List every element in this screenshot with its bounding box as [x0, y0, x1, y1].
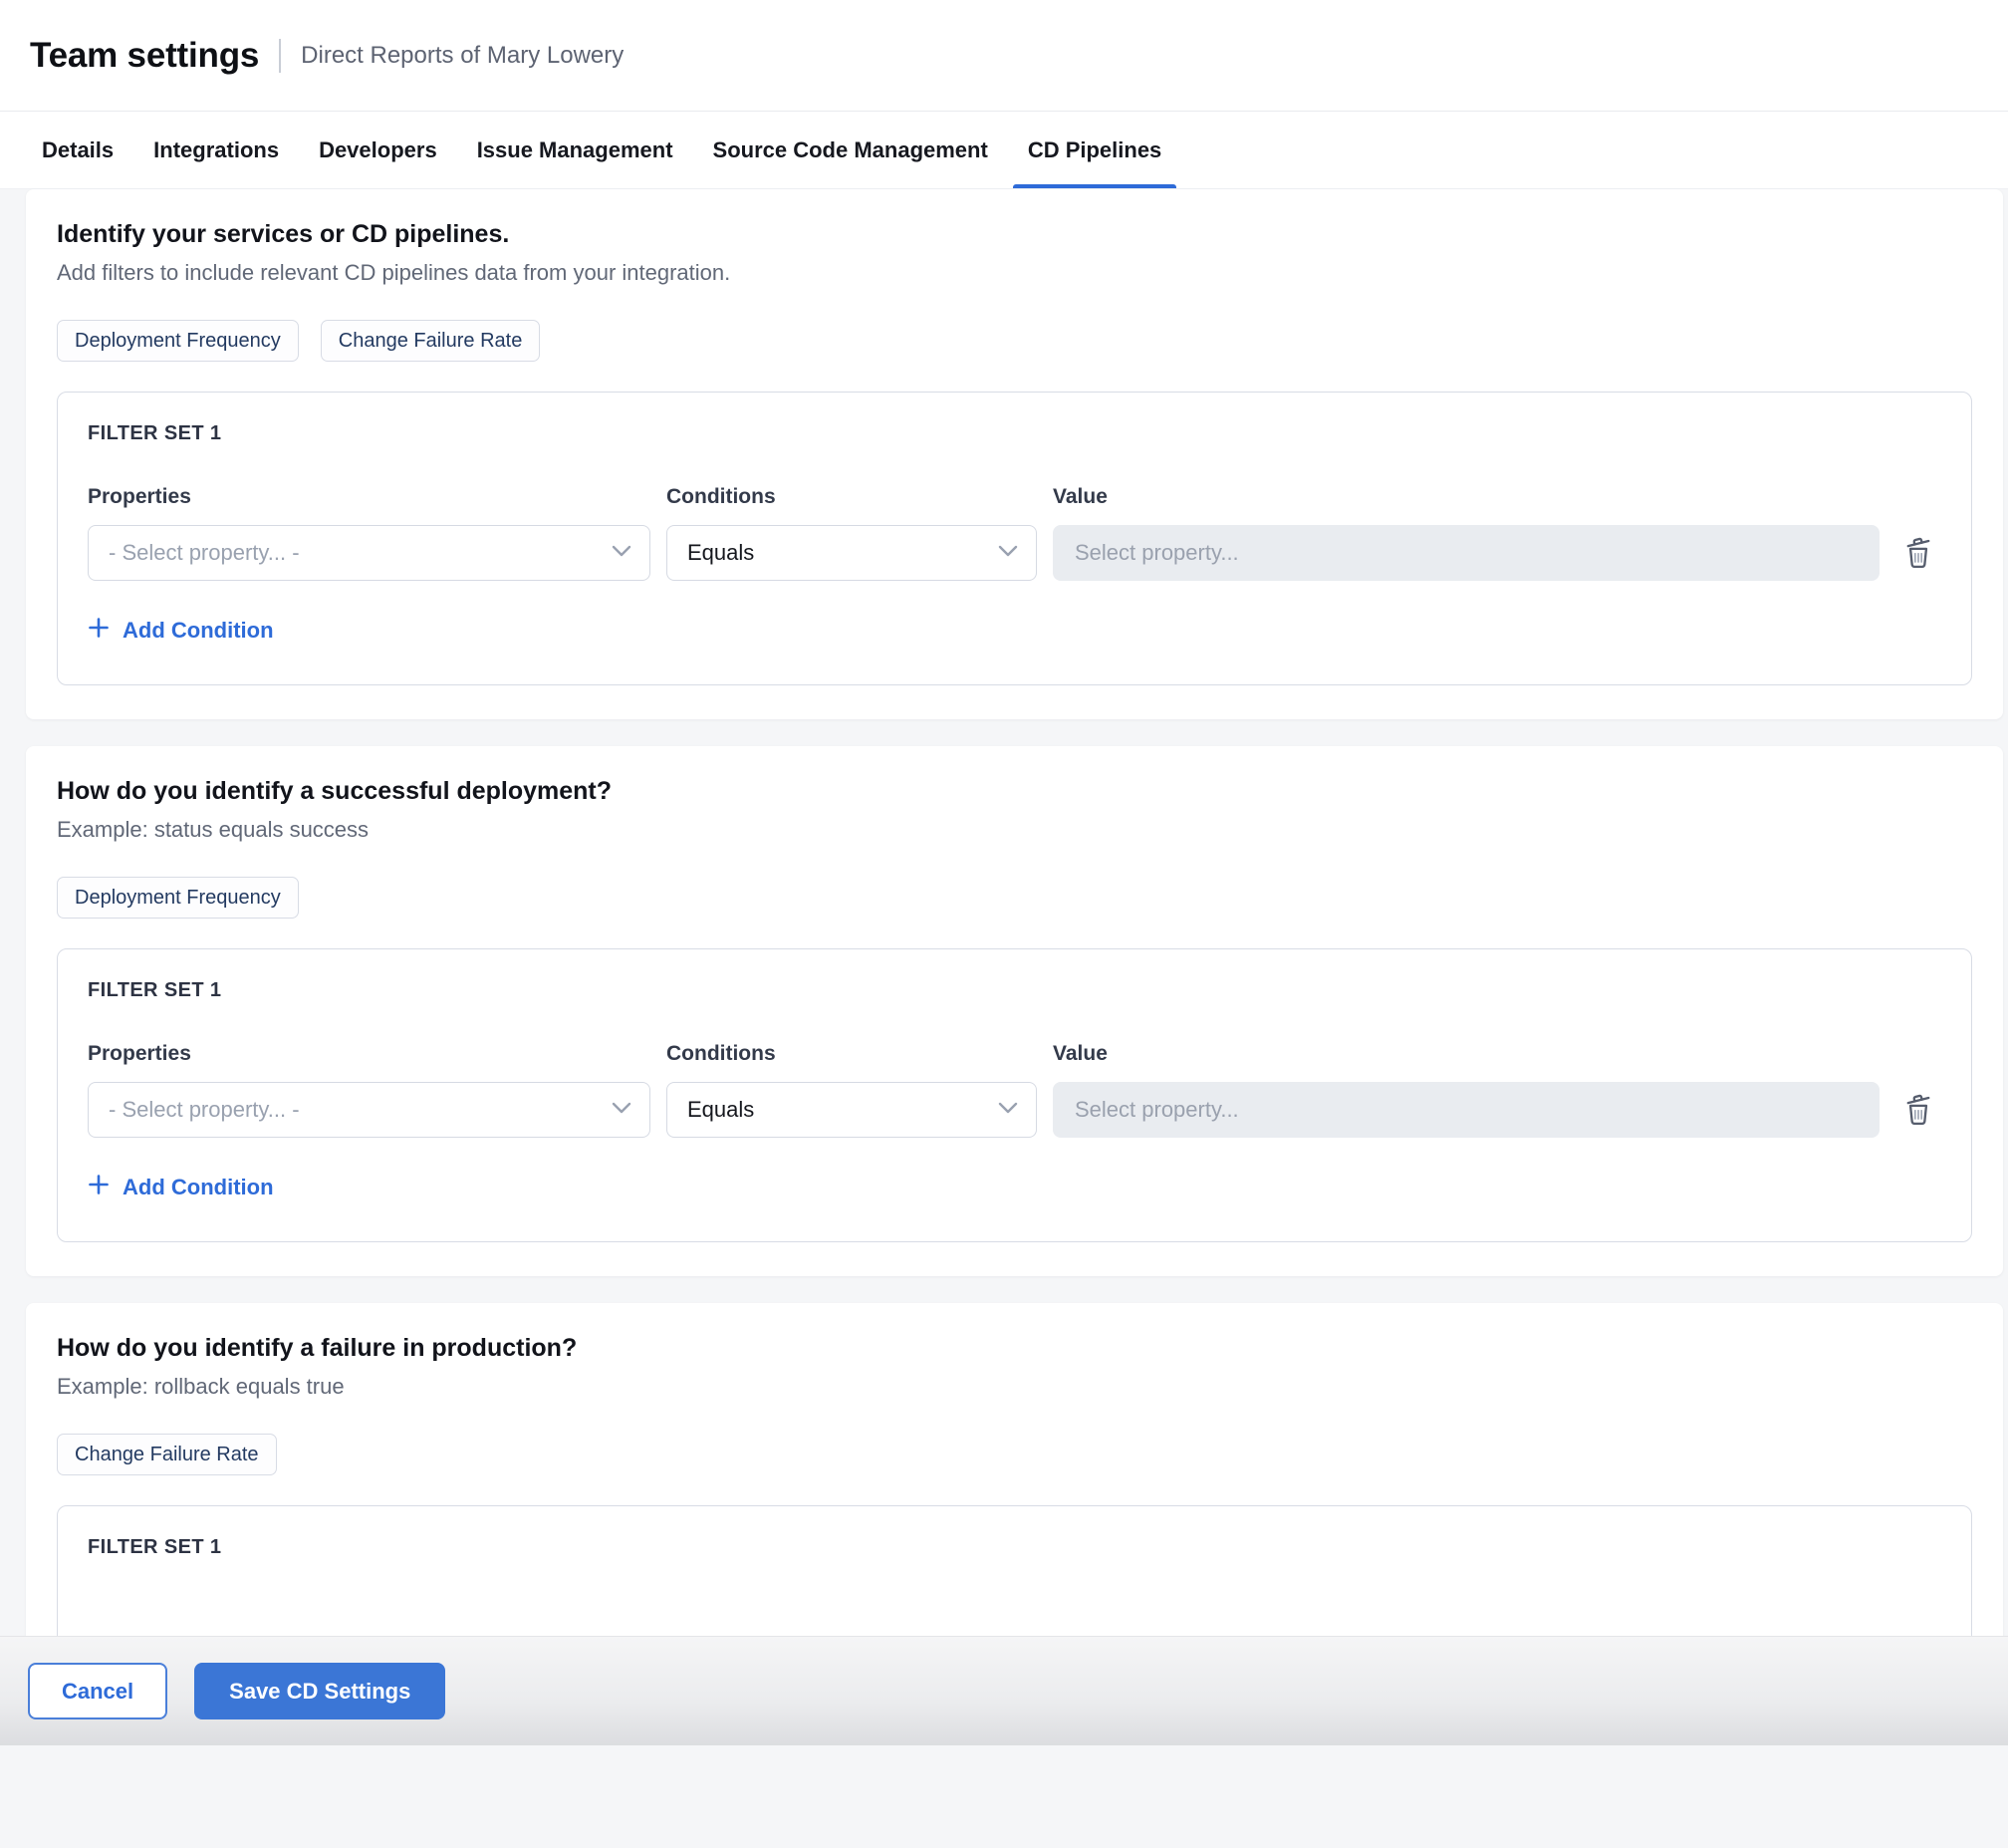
cancel-button[interactable]: Cancel: [28, 1663, 167, 1719]
page-title: Team settings: [30, 36, 259, 76]
trash-icon: [1903, 1090, 1933, 1129]
add-condition-label: Add Condition: [123, 618, 274, 644]
chip-change-failure-rate[interactable]: Change Failure Rate: [57, 1434, 277, 1475]
filter-set-title: FILTER SET 1: [88, 422, 1941, 445]
add-condition-button[interactable]: Add Condition: [88, 617, 274, 645]
property-select[interactable]: - Select property... -: [88, 525, 650, 581]
filter-column-labels: Properties Conditions Value: [88, 1042, 1941, 1066]
section-heading: How do you identify a failure in product…: [57, 1333, 1972, 1364]
chip-change-failure-rate[interactable]: Change Failure Rate: [321, 320, 541, 362]
condition-select[interactable]: Equals: [666, 525, 1037, 581]
section-successful-deployment: How do you identify a successful deploym…: [26, 746, 2003, 1276]
section-subheading: Add filters to include relevant CD pipel…: [57, 259, 1972, 288]
value-label: Value: [1053, 1042, 1880, 1066]
section-identify-pipelines: Identify your services or CD pipelines. …: [26, 189, 2003, 719]
filter-set-title: FILTER SET 1: [88, 979, 1941, 1002]
condition-select-value: Equals: [687, 540, 754, 566]
chevron-down-icon: [998, 1101, 1018, 1119]
footer-action-bar: Cancel Save CD Settings: [0, 1636, 2008, 1745]
condition-select[interactable]: Equals: [666, 1082, 1037, 1138]
save-cd-settings-button[interactable]: Save CD Settings: [194, 1663, 445, 1719]
filter-set-title: FILTER SET 1: [88, 1536, 1941, 1559]
conditions-label: Conditions: [666, 1042, 1037, 1066]
filter-column-labels: Properties Conditions Value: [88, 485, 1941, 509]
chip-deployment-frequency[interactable]: Deployment Frequency: [57, 320, 299, 362]
tab-details[interactable]: Details: [42, 112, 114, 188]
filter-row: - Select property... - Equals: [88, 525, 1941, 581]
tab-developers[interactable]: Developers: [319, 112, 437, 188]
properties-label: Properties: [88, 485, 650, 509]
section-heading: How do you identify a successful deploym…: [57, 776, 1972, 807]
property-select-placeholder: - Select property... -: [109, 1097, 300, 1123]
delete-filter-button[interactable]: [1895, 1090, 1941, 1129]
tab-source-code-management[interactable]: Source Code Management: [713, 112, 988, 188]
chevron-down-icon: [612, 544, 631, 562]
metric-chips: Change Failure Rate: [57, 1434, 1972, 1475]
main-content: Identify your services or CD pipelines. …: [0, 189, 2008, 1848]
filter-set-card: FILTER SET 1 Properties Conditions Value…: [57, 948, 1972, 1242]
filter-row: - Select property... - Equals: [88, 1082, 1941, 1138]
chip-deployment-frequency[interactable]: Deployment Frequency: [57, 877, 299, 919]
metric-chips: Deployment Frequency Change Failure Rate: [57, 320, 1972, 362]
plus-icon: [88, 1174, 110, 1201]
tab-bar: Details Integrations Developers Issue Ma…: [0, 112, 2008, 189]
section-subheading: Example: status equals success: [57, 816, 1972, 845]
section-heading: Identify your services or CD pipelines.: [57, 219, 1972, 250]
tab-integrations[interactable]: Integrations: [153, 112, 279, 188]
property-select[interactable]: - Select property... -: [88, 1082, 650, 1138]
tab-cd-pipelines[interactable]: CD Pipelines: [1028, 112, 1161, 188]
value-input[interactable]: [1053, 1082, 1880, 1138]
title-bar: Team settings Direct Reports of Mary Low…: [0, 0, 2008, 112]
chevron-down-icon: [612, 1101, 631, 1119]
tab-issue-management[interactable]: Issue Management: [477, 112, 673, 188]
condition-select-value: Equals: [687, 1097, 754, 1123]
add-condition-button[interactable]: Add Condition: [88, 1174, 274, 1201]
properties-label: Properties: [88, 1042, 650, 1066]
chevron-down-icon: [998, 544, 1018, 562]
delete-filter-button[interactable]: [1895, 533, 1941, 572]
property-select-placeholder: - Select property... -: [109, 540, 300, 566]
value-input[interactable]: [1053, 525, 1880, 581]
conditions-label: Conditions: [666, 485, 1037, 509]
trash-icon: [1903, 533, 1933, 572]
metric-chips: Deployment Frequency: [57, 877, 1972, 919]
value-label: Value: [1053, 485, 1880, 509]
plus-icon: [88, 617, 110, 645]
page-subtitle: Direct Reports of Mary Lowery: [301, 42, 624, 70]
title-divider: [279, 39, 281, 73]
add-condition-label: Add Condition: [123, 1175, 274, 1200]
section-subheading: Example: rollback equals true: [57, 1373, 1972, 1402]
filter-set-card: FILTER SET 1 Properties Conditions Value…: [57, 392, 1972, 685]
